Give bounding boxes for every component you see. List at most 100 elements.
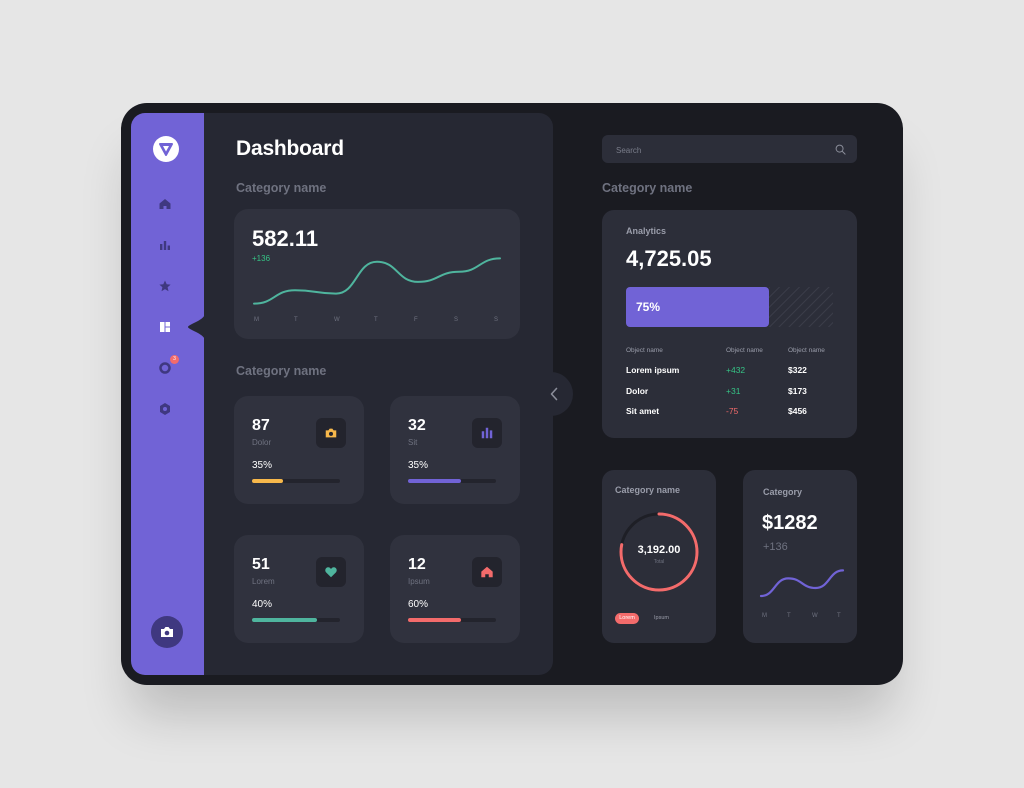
day-label: T [374,317,378,323]
section-title: Category name [236,364,327,378]
money-card-title: Category [763,487,803,497]
row-amount: $173 [788,386,807,396]
row-amount: $322 [788,365,807,375]
stat-label: Ipsum [408,577,430,586]
stat-icon-box [472,418,502,448]
stat-progress-fill [252,618,318,622]
line-chart-card[interactable]: 582.11 +136 MTWTFSS [234,209,520,339]
stat-value: 51 [252,556,270,573]
stat-value: 87 [252,417,270,434]
stat-icon-box [472,557,502,587]
legend-item-ipsum[interactable]: Ipsum [654,615,669,621]
stat-progress-track [252,479,340,483]
stat-progress-track [408,479,496,483]
row-delta: +432 [726,365,746,375]
analytics-label: Analytics [626,226,667,236]
table-header: Object name [626,347,663,354]
search-icon[interactable] [835,144,846,155]
money-card-value: $1282 [762,512,818,534]
series-line [253,257,501,305]
chevron-left-icon [550,387,558,401]
home-icon [481,566,493,578]
money-line-chart [759,569,845,598]
row-name: Dolor [626,386,649,396]
donut-card[interactable]: Category name 3,192.00 Total Lorem Ipsum [602,470,716,643]
sidebar-item-home[interactable] [157,196,173,212]
row-name: Lorem ipsum [626,365,680,375]
row-delta: +31 [726,386,741,396]
page-title: Dashboard [236,137,344,160]
donut-card-title: Category name [615,485,681,495]
sidebar-item-settings[interactable] [157,401,173,417]
day-label: W [812,613,818,619]
active-indicator-notch [188,300,208,354]
stat-icon-box [316,557,346,587]
search-input[interactable] [614,135,828,165]
sidebar-item-dashboard[interactable] [157,319,173,335]
day-label: M [254,317,259,323]
donut-sub: Total [653,559,665,565]
analytics-progress-remaining [769,287,833,327]
day-label: S [454,317,459,323]
day-label: M [762,613,767,619]
table-header: Object name [788,347,825,354]
stat-label: Lorem [252,577,275,586]
stat-progress-track [408,618,496,622]
stat-card[interactable]: 87 Dolor 35% [234,396,364,504]
day-label: S [494,317,499,323]
section-title: Category name [236,181,327,195]
stat-value: 32 [408,417,426,434]
money-card[interactable]: Category $1282 +136 M T W T [743,470,857,643]
camera-icon [161,627,173,637]
row-name: Sit amet [626,406,660,416]
stat-card[interactable]: 12 Ipsum 60% [390,535,520,643]
star-icon [159,280,171,292]
stat-progress-fill [408,618,461,622]
stat-value: 12 [408,556,426,573]
day-label: T [294,317,298,323]
line-chart [253,257,501,305]
stat-percent: 35% [408,460,429,471]
section-title: Category name [602,181,693,195]
day-label: T [837,613,841,619]
stat-label: Dolor [252,438,272,447]
notification-badge: 3 [170,355,179,364]
stat-icon-box [316,418,346,448]
analytics-value: 4,725.05 [626,246,712,271]
legend-item-lorem[interactable]: Lorem [615,613,639,624]
donut-value: 3,192.00 [637,544,681,556]
sidebar-item-favorites[interactable] [157,278,173,294]
series-line [759,569,845,598]
dashboard-icon [160,322,170,332]
home-icon [159,199,171,209]
search-bar[interactable] [602,135,857,165]
sidebar-item-stats[interactable] [157,237,173,253]
day-label: F [414,317,418,323]
row-amount: $456 [788,406,807,416]
table-header: Object name [726,347,763,354]
logo-icon [159,143,173,156]
money-card-delta: +136 [763,541,788,553]
stat-percent: 60% [408,599,429,610]
heart-icon [325,567,337,578]
row-delta: -75 [726,406,739,416]
stat-percent: 35% [252,460,273,471]
bar-chart-icon [481,427,493,439]
stat-progress-track [252,618,340,622]
analytics-progress-label: 75% [636,300,661,314]
stat-percent: 40% [252,599,273,610]
analytics-progress-bar: 75% [626,287,769,327]
stat-progress-fill [408,479,461,483]
bar-chart-icon [160,241,170,250]
settings-icon [160,403,170,415]
day-label: W [334,317,340,323]
stat-card[interactable]: 51 Lorem 40% [234,535,364,643]
stat-progress-fill [252,479,283,483]
camera-icon [325,428,337,438]
stat-card[interactable]: 32 Sit 35% [390,396,520,504]
day-label: T [787,613,791,619]
app-logo[interactable] [153,136,179,162]
stat-label: Sit [408,438,418,447]
analytics-card[interactable]: Analytics 4,725.05 75% Object name Objec… [602,210,857,438]
camera-button[interactable] [151,616,183,648]
